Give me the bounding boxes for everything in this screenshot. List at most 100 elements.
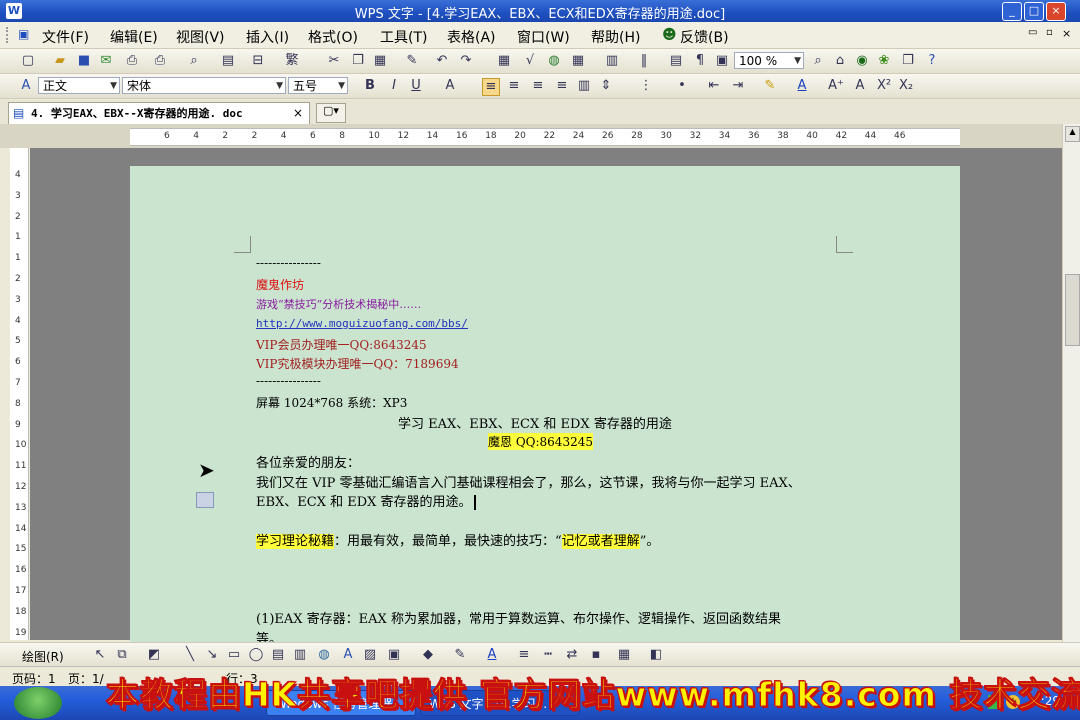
new-tab-button[interactable]: ▢▾ bbox=[316, 103, 346, 123]
draw-menu-button[interactable]: 绘图(R) bbox=[22, 648, 64, 665]
decrease-indent-icon[interactable]: ⇤ bbox=[706, 78, 722, 94]
open-folder-icon[interactable]: ▰ bbox=[52, 53, 68, 69]
traditional-chinese-icon[interactable]: 繁 bbox=[284, 53, 300, 69]
formula-icon[interactable]: √ bbox=[522, 53, 538, 69]
doc-menu-icon[interactable]: ▣ bbox=[18, 27, 29, 41]
copy-icon[interactable]: ❐ bbox=[350, 53, 366, 69]
columns-icon[interactable]: ▥ bbox=[604, 53, 620, 69]
paste-icon[interactable]: ▦ bbox=[372, 53, 388, 69]
ellipse-tool-icon[interactable]: ◯ bbox=[248, 647, 264, 663]
doc-tab[interactable]: ▤ 4. 学习EAX、EBX--X寄存器的用途. doc × bbox=[8, 102, 310, 124]
forum-link[interactable]: http://www.moguizuofang.com/bbs/ bbox=[256, 317, 468, 330]
window-switch-icon[interactable]: ❐ bbox=[900, 53, 916, 69]
arrow-tool-icon[interactable]: ↘ bbox=[204, 647, 220, 663]
shadow-icon[interactable]: ▪ bbox=[588, 647, 604, 663]
menu-format[interactable]: 格式(O) bbox=[308, 27, 358, 47]
image-insert-icon[interactable]: ▣ bbox=[386, 647, 402, 663]
zoom-select[interactable]: 100 % ▼ bbox=[734, 52, 804, 69]
menu-file[interactable]: 文件(F) bbox=[42, 27, 89, 47]
style-select[interactable]: 正文 ▼ bbox=[38, 77, 120, 94]
vertical-textbox-icon[interactable]: ▥ bbox=[292, 647, 308, 663]
online-icon[interactable]: ◉ bbox=[854, 53, 870, 69]
menu-table[interactable]: 表格(A) bbox=[447, 27, 496, 47]
3d-icon[interactable]: ▦ bbox=[616, 647, 632, 663]
redo-icon[interactable]: ↷ bbox=[458, 53, 474, 69]
menu-help[interactable]: 帮助(H) bbox=[591, 27, 640, 47]
document-map-icon[interactable]: ▤ bbox=[668, 53, 684, 69]
menu-edit[interactable]: 编辑(E) bbox=[110, 27, 158, 47]
feedback-icon[interactable]: ☻ bbox=[662, 27, 677, 43]
hyperlink-icon[interactable]: ◍ bbox=[546, 53, 562, 69]
justify-icon[interactable]: ≡ bbox=[554, 78, 570, 94]
draw-font-color-icon[interactable]: A bbox=[484, 647, 500, 663]
horizontal-ruler[interactable]: 6 4 2 2 4 6 8 10 12 14 16 18 20 22 24 26 28 30 32 34 36 38 40 4… bbox=[130, 128, 960, 146]
underline-icon[interactable]: U bbox=[408, 78, 424, 94]
print-preview-icon[interactable]: ⌕ bbox=[186, 53, 202, 69]
select-pointer-icon[interactable]: ↖ bbox=[92, 647, 108, 663]
align-left-icon[interactable]: ≡ bbox=[482, 78, 500, 96]
vertical-ruler[interactable]: 4 3 2 1 1 2 3 4 5 6 7 8 9 10 11 12 13 14 15 16 17 18 19 bbox=[10, 148, 29, 640]
minimize-button[interactable]: _ bbox=[1002, 2, 1022, 21]
wordart-icon[interactable]: A bbox=[340, 647, 356, 663]
bold-icon[interactable]: B bbox=[362, 78, 378, 94]
find-icon[interactable]: ⌕ bbox=[810, 53, 826, 69]
document-page[interactable]: ---------------- 魔鬼作坊 游戏“禁技巧”分析技术揭秘中…… h… bbox=[130, 166, 960, 656]
textbox-tool-icon[interactable]: ▤ bbox=[270, 647, 286, 663]
dash-style-icon[interactable]: ┅ bbox=[540, 647, 556, 663]
format-painter-icon[interactable]: ✎ bbox=[404, 53, 420, 69]
paste-options-icon[interactable] bbox=[196, 492, 214, 508]
grow-font-icon[interactable]: A⁺ bbox=[828, 78, 844, 94]
rectangle-tool-icon[interactable]: ▭ bbox=[226, 647, 242, 663]
line-tool-icon[interactable]: ╲ bbox=[182, 647, 198, 663]
subscript-icon[interactable]: X₂ bbox=[898, 78, 914, 94]
page-break-icon[interactable]: ⊟ bbox=[250, 53, 266, 69]
insert-page-icon[interactable]: ▤ bbox=[220, 53, 236, 69]
new-document-icon[interactable]: ▢ bbox=[20, 53, 36, 69]
export-pdf-icon[interactable]: ⎙ bbox=[124, 53, 140, 69]
highlight-icon[interactable]: ✎ bbox=[762, 78, 778, 94]
send-mail-icon[interactable]: ✉ bbox=[98, 53, 114, 69]
start-button[interactable] bbox=[14, 687, 62, 719]
bullets-icon[interactable]: • bbox=[674, 78, 690, 94]
autoshapes-icon[interactable]: ⧉ bbox=[114, 647, 130, 663]
font-effect-icon[interactable]: A bbox=[442, 78, 458, 94]
increase-indent-icon[interactable]: ⇥ bbox=[730, 78, 746, 94]
italic-icon[interactable]: I bbox=[386, 78, 402, 94]
shrink-font-icon[interactable]: A bbox=[852, 78, 868, 94]
close-button[interactable]: × bbox=[1046, 2, 1066, 21]
shapes-icon[interactable]: ◩ bbox=[146, 647, 162, 663]
scroll-thumb[interactable] bbox=[1065, 274, 1080, 346]
menu-insert[interactable]: 插入(I) bbox=[246, 27, 289, 47]
distribute-icon[interactable]: ▥ bbox=[576, 78, 592, 94]
doc-close-icon[interactable]: × bbox=[1062, 27, 1071, 40]
save-icon[interactable]: ■ bbox=[76, 53, 92, 69]
clipart-icon[interactable]: ◍ bbox=[316, 647, 332, 663]
show-marks-icon[interactable]: ¶ bbox=[692, 53, 708, 69]
doc-minimize-icon[interactable]: ▫ bbox=[1046, 27, 1053, 38]
scroll-up-icon[interactable]: ▲ bbox=[1065, 126, 1080, 142]
superscript-icon[interactable]: X² bbox=[876, 78, 892, 94]
font-size-select[interactable]: 五号 ▼ bbox=[288, 77, 348, 94]
template-icon[interactable]: ❀ bbox=[876, 53, 892, 69]
undo-icon[interactable]: ↶ bbox=[434, 53, 450, 69]
cut-icon[interactable]: ✂ bbox=[326, 53, 342, 69]
align-right-icon[interactable]: ≡ bbox=[530, 78, 546, 94]
print-icon[interactable]: ⎙ bbox=[152, 53, 168, 69]
3d-style-icon[interactable]: ◧ bbox=[648, 647, 664, 663]
font-color-icon[interactable]: A bbox=[794, 78, 810, 94]
align-center-icon[interactable]: ≡ bbox=[506, 78, 522, 94]
insert-table-icon[interactable]: ▦ bbox=[496, 53, 512, 69]
menu-tools[interactable]: 工具(T) bbox=[380, 27, 427, 47]
font-select[interactable]: 宋体 ▼ bbox=[122, 77, 286, 94]
line-color-icon[interactable]: ✎ bbox=[452, 647, 468, 663]
maximize-button[interactable]: □ bbox=[1024, 2, 1044, 21]
table-grid-icon[interactable]: ▦ bbox=[570, 53, 586, 69]
menu-window[interactable]: 窗口(W) bbox=[517, 27, 570, 47]
menu-view[interactable]: 视图(V) bbox=[176, 27, 225, 47]
line-spacing-icon[interactable]: ⇕ bbox=[598, 78, 614, 94]
line-style-icon[interactable]: ≡ bbox=[516, 647, 532, 663]
toggle-view-icon[interactable]: ▣ bbox=[714, 53, 730, 69]
text-direction-icon[interactable]: ‖ bbox=[636, 53, 652, 69]
home-icon[interactable]: ⌂ bbox=[832, 53, 848, 69]
doc-restore-icon[interactable]: ▭ bbox=[1028, 27, 1037, 38]
